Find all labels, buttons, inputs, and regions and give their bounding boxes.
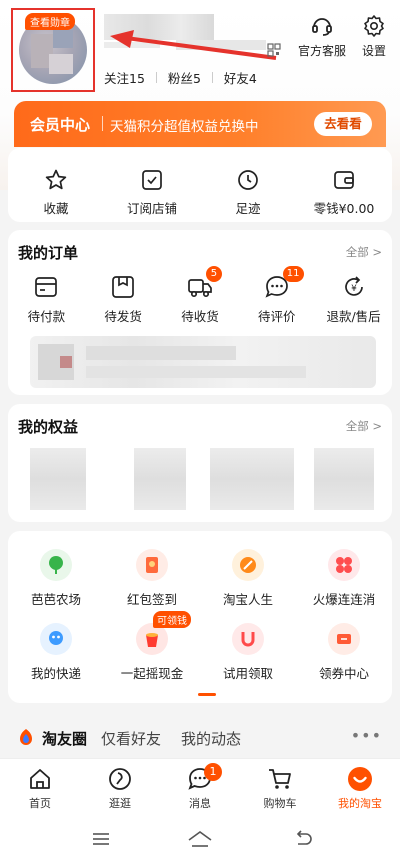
tab-taoyou-circle[interactable]: 淘友圈 — [42, 728, 87, 749]
app-taobao-life[interactable]: 淘宝人生 — [203, 549, 293, 608]
member-desc: 天猫积分超值权益兑换中 — [110, 119, 259, 135]
subscribe-store-icon — [142, 170, 162, 190]
app-match-game[interactable]: 火爆连连消 — [299, 549, 389, 608]
rights-all-link[interactable]: 全部 > — [346, 418, 382, 434]
wallet-icon — [334, 171, 354, 189]
box-icon — [112, 276, 135, 298]
more-options-icon[interactable]: ••• — [351, 726, 382, 745]
stat-fans[interactable]: 粉丝5 — [168, 68, 201, 87]
my-taobao-icon — [348, 767, 372, 791]
farm-icon — [40, 549, 72, 581]
feed-tabs: 淘友圈 仅看好友 我的动态 ••• — [0, 718, 400, 758]
order-pending-receipt[interactable]: 5 待收货 — [164, 266, 236, 325]
stat-following[interactable]: 关注15 — [104, 68, 145, 87]
taoyou-circle-icon — [20, 729, 32, 745]
order-pending-shipment[interactable]: 待发货 — [87, 274, 159, 325]
svg-text:¥: ¥ — [351, 284, 357, 294]
refund-icon: ¥ — [344, 276, 363, 296]
home-nav-icon[interactable] — [186, 828, 214, 850]
order-refund[interactable]: ¥ 退款/售后 — [318, 274, 390, 325]
quick-access-card: 收藏 订阅店铺 足迹 零钱¥0.00 — [8, 148, 392, 222]
orders-all-link[interactable]: 全部 > — [346, 244, 382, 260]
rights-item-blurred[interactable] — [210, 448, 294, 510]
rights-item-blurred[interactable] — [30, 448, 86, 510]
red-arrow-annotation — [110, 30, 277, 60]
headset-icon — [312, 18, 332, 36]
order-count-badge: 5 — [205, 266, 222, 282]
tab-stroll[interactable]: 逛逛 — [80, 759, 160, 816]
system-nav-bar — [0, 816, 400, 866]
star-icon — [45, 169, 67, 190]
quick-favorites[interactable]: 收藏 — [11, 168, 101, 217]
app-express[interactable]: 我的快递 — [11, 623, 101, 682]
coupon-icon — [328, 623, 360, 655]
stat-friends[interactable]: 好友4 — [224, 68, 257, 87]
home-icon — [30, 769, 50, 789]
back-icon[interactable] — [292, 828, 314, 850]
express-icon — [40, 623, 72, 655]
quick-wallet[interactable]: 零钱¥0.00 — [299, 168, 389, 217]
my-rights-card: 我的权益 全部 > — [8, 404, 392, 522]
tab-cart[interactable]: 购物车 — [240, 759, 320, 816]
review-count-badge: 11 — [282, 266, 304, 282]
avatar-highlight-box: 查看勋章 — [11, 8, 95, 92]
logistics-preview-blurred[interactable] — [30, 336, 376, 388]
tab-messages[interactable]: 1 消息 — [160, 759, 240, 816]
app-coupon[interactable]: 领券中心 — [299, 623, 389, 682]
gear-icon — [364, 15, 384, 37]
settings-label: 设置 — [361, 44, 386, 58]
member-center-banner[interactable]: 会员中心 天猫积分超值权益兑换中 去看看 — [14, 101, 386, 147]
customer-service-button[interactable]: 官方客服 — [294, 14, 350, 59]
app-farm[interactable]: 芭芭农场 — [11, 549, 101, 608]
qr-code-icon[interactable] — [267, 43, 281, 57]
message-count-badge: 1 — [204, 763, 222, 781]
tab-home[interactable]: 首页 — [0, 759, 80, 816]
service-label: 官方客服 — [297, 44, 346, 58]
app-shake-cash[interactable]: 可领钱 一起摇现金 — [107, 611, 197, 682]
rights-item-blurred[interactable] — [314, 448, 374, 510]
claim-cash-badge: 可领钱 — [153, 611, 191, 628]
red-packet-icon — [136, 549, 168, 581]
quick-subscribed-stores[interactable]: 订阅店铺 — [107, 168, 197, 217]
cart-icon — [269, 769, 291, 789]
card-icon — [35, 277, 58, 297]
order-pending-payment[interactable]: 待付款 — [10, 274, 82, 325]
order-pending-review[interactable]: 11 待评价 — [241, 266, 313, 325]
member-go-button[interactable]: 去看看 — [314, 112, 372, 136]
member-title: 会员中心 — [30, 116, 91, 134]
tab-friends-only[interactable]: 仅看好友 — [101, 728, 161, 749]
app-trial[interactable]: 试用领取 — [203, 623, 293, 682]
mini-apps-card: 芭芭农场 红包签到 淘宝人生 火爆连连消 我的快递 可领钱 一起摇现金 试用领取… — [8, 531, 392, 703]
taobao-life-icon — [232, 549, 264, 581]
match-game-icon — [328, 549, 360, 581]
clock-icon — [238, 170, 258, 190]
rights-title: 我的权益 — [18, 418, 79, 436]
apps-scroll-indicator — [198, 693, 216, 696]
my-orders-card: 我的订单 全部 > 待付款 待发货 5 待收货 11 待评价 ¥ 退款/售后 — [8, 230, 392, 395]
app-red-packet[interactable]: 红包签到 — [107, 549, 197, 608]
bottom-tabbar: 首页 逛逛 1 消息 购物车 我的淘宝 — [0, 758, 400, 816]
profile-stats: 关注15 粉丝5 好友4 — [104, 68, 257, 87]
orders-title: 我的订单 — [18, 244, 79, 262]
stroll-icon — [109, 768, 131, 790]
tab-my-activity[interactable]: 我的动态 — [181, 728, 241, 749]
menu-icon[interactable] — [90, 828, 112, 850]
tab-my-taobao[interactable]: 我的淘宝 — [320, 759, 400, 816]
view-medal-badge[interactable]: 查看勋章 — [25, 13, 75, 30]
trial-icon — [232, 623, 264, 655]
rights-item-blurred[interactable] — [134, 448, 186, 510]
settings-button[interactable]: 设置 — [356, 14, 392, 59]
quick-footprints[interactable]: 足迹 — [203, 168, 293, 217]
